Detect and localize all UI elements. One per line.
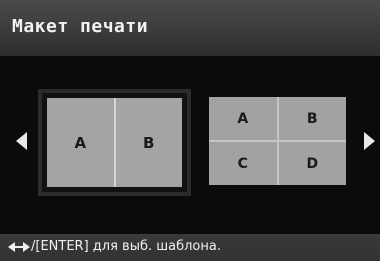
hint: /[ENTER] для выб. шаблона. <box>8 239 221 254</box>
previous-arrow-icon[interactable] <box>16 132 27 150</box>
layout-option-two-up-selected[interactable]: A B <box>38 89 191 196</box>
hint-bar: /[ENTER] для выб. шаблона. <box>0 234 380 261</box>
layout-cell-b: B <box>115 98 182 187</box>
next-arrow-icon[interactable] <box>364 132 375 150</box>
hint-text: /[ENTER] для выб. шаблона. <box>31 239 221 254</box>
title-bar: Макет печати <box>0 0 380 56</box>
left-right-arrows-icon <box>8 241 30 253</box>
layout-option-four-up[interactable]: A B C D <box>209 97 346 185</box>
layout-cell-b: B <box>278 97 346 140</box>
print-layout-screen: Макет печати A B A B C D /[ENTER] для вы… <box>0 0 380 261</box>
layout-cell-a: A <box>47 98 114 187</box>
layout-cell-c: C <box>209 142 277 185</box>
layout-cell-d: D <box>278 142 346 185</box>
layout-two-up-grid: A B <box>47 98 182 187</box>
layout-cell-a: A <box>209 97 277 140</box>
screen-title: Макет печати <box>12 16 149 37</box>
